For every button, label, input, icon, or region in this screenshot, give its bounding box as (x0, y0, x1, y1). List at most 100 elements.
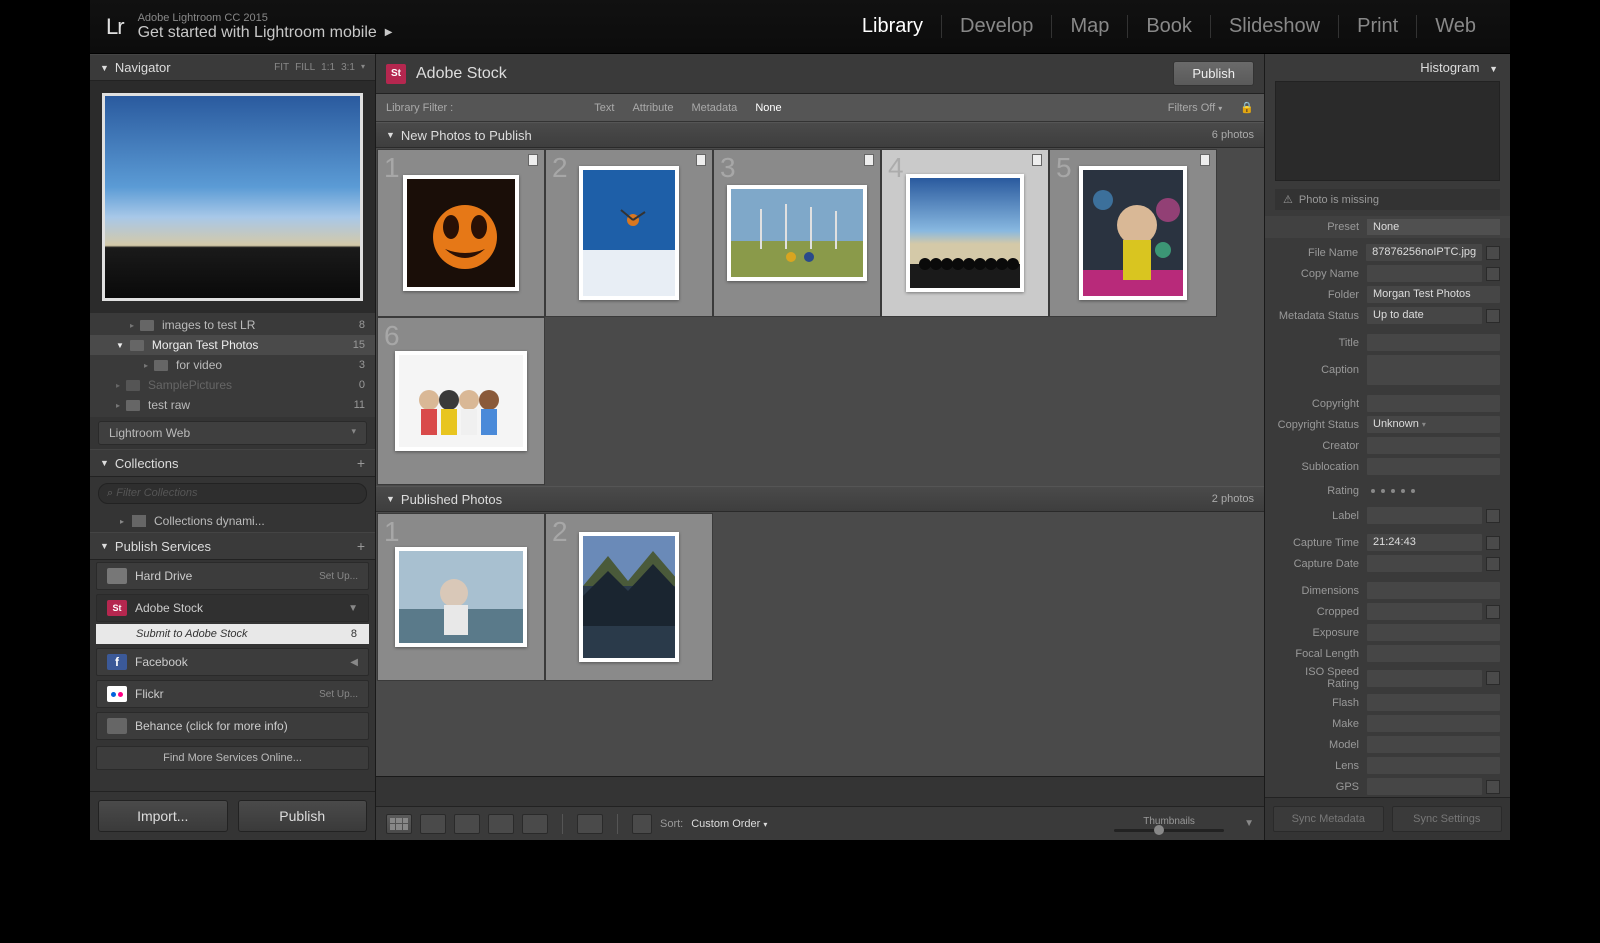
module-map[interactable]: Map (1052, 15, 1128, 38)
histogram-header[interactable]: Histogram ▼ (1265, 54, 1510, 81)
thumbnail-cell[interactable]: 6 (377, 317, 545, 485)
action-icon[interactable] (1486, 605, 1500, 619)
folder-row[interactable]: ▸ images to test LR8 (90, 315, 375, 335)
metadata-field[interactable]: Capture Date (1265, 553, 1510, 574)
action-icon[interactable] (1486, 671, 1500, 685)
action-icon[interactable] (1486, 309, 1500, 323)
folder-row[interactable]: ▸ SamplePictures0 (90, 375, 375, 395)
zoom-menu-icon[interactable]: ▾ (361, 62, 365, 73)
add-service-icon[interactable]: + (357, 538, 365, 554)
toolbar-menu-icon[interactable]: ▼ (1244, 818, 1254, 829)
metadata-field[interactable]: GPS (1265, 776, 1510, 797)
filter-attribute[interactable]: Attribute (632, 102, 673, 114)
thumbnail-cell[interactable]: 5 (1049, 149, 1217, 317)
zoom-3-1[interactable]: 3:1 (341, 62, 355, 73)
mobile-promo[interactable]: Get started with Lightroom mobile ▶ (138, 24, 393, 42)
metadata-field[interactable]: Title (1265, 332, 1510, 353)
filter-collections-input[interactable]: ⌕ Filter Collections (98, 483, 367, 504)
publish-services-header[interactable]: ▼ Publish Services + (90, 532, 375, 560)
metadata-field[interactable]: Focal Length (1265, 643, 1510, 664)
metadata-preset[interactable]: Preset None (1265, 216, 1510, 238)
zoom-fit[interactable]: FIT (274, 62, 289, 73)
metadata-field[interactable]: Copyright (1265, 393, 1510, 414)
publish-service-adobestock[interactable]: St Adobe Stock ▼ (96, 594, 369, 622)
chevron-left-icon[interactable]: ◀ (350, 657, 358, 668)
metadata-field[interactable]: Capture Time21:24:43 (1265, 532, 1510, 553)
zoom-fill[interactable]: FILL (295, 62, 315, 73)
metadata-field[interactable]: Caption (1265, 353, 1510, 387)
zoom-1-1[interactable]: 1:1 (321, 62, 335, 73)
survey-view-icon[interactable] (488, 814, 514, 834)
add-collection-icon[interactable]: + (357, 455, 365, 471)
sort-direction-icon[interactable] (632, 814, 652, 834)
lock-icon[interactable]: 🔒 (1240, 101, 1254, 114)
thumbnail-cell[interactable]: 2 (545, 149, 713, 317)
module-print[interactable]: Print (1339, 15, 1417, 38)
thumbnail-size-slider[interactable]: Thumbnails (1114, 816, 1224, 832)
thumbnail-cell[interactable]: 1 (377, 149, 545, 317)
label-row[interactable]: Label (1265, 505, 1510, 526)
metadata-field[interactable]: Creator (1265, 435, 1510, 456)
metadata-field[interactable]: Dimensions (1265, 580, 1510, 601)
find-more-services[interactable]: Find More Services Online... (96, 746, 369, 770)
publish-service-facebook[interactable]: f Facebook ◀ (96, 648, 369, 676)
collections-header[interactable]: ▼ Collections + (90, 449, 375, 477)
rating-stars[interactable] (1367, 489, 1415, 493)
action-icon[interactable] (1486, 246, 1500, 260)
sync-metadata-button[interactable]: Sync Metadata (1273, 806, 1384, 832)
metadata-field[interactable]: Sublocation (1265, 456, 1510, 477)
flag-icon[interactable] (528, 154, 538, 166)
publish-collection[interactable]: Submit to Adobe Stock 8 (96, 624, 369, 644)
section-published-photos[interactable]: ▼ Published Photos 2 photos (376, 486, 1264, 512)
metadata-field[interactable]: Make (1265, 713, 1510, 734)
thumbnail-cell[interactable]: 3 (713, 149, 881, 317)
module-develop[interactable]: Develop (942, 15, 1052, 38)
module-book[interactable]: Book (1128, 15, 1211, 38)
metadata-field[interactable]: Lens (1265, 755, 1510, 776)
navigator-preview[interactable] (90, 81, 375, 313)
publish-button[interactable]: Publish (238, 800, 368, 832)
publish-service-behance[interactable]: Behance (click for more info) (96, 712, 369, 740)
flag-icon[interactable] (1032, 154, 1042, 166)
filter-none[interactable]: None (755, 102, 781, 114)
flag-icon[interactable] (864, 154, 874, 166)
folder-row[interactable]: ▸ for video3 (90, 355, 375, 375)
metadata-field[interactable]: FolderMorgan Test Photos (1265, 284, 1510, 305)
metadata-field[interactable]: Exposure (1265, 622, 1510, 643)
publish-service-flickr[interactable]: Flickr Set Up... (96, 680, 369, 708)
action-icon[interactable] (1486, 536, 1500, 550)
chevron-down-icon[interactable]: ▼ (348, 603, 358, 614)
navigator-header[interactable]: ▼ Navigator FIT FILL 1:1 3:1 ▾ (90, 54, 375, 81)
painter-icon[interactable] (577, 814, 603, 834)
filmstrip-collapsed[interactable] (376, 776, 1264, 806)
action-icon[interactable] (1486, 780, 1500, 794)
import-button[interactable]: Import... (98, 800, 228, 832)
thumbnail-cell[interactable]: 1 (377, 513, 545, 681)
sort-dropdown[interactable]: Custom Order ▾ (691, 818, 767, 830)
metadata-field[interactable]: File Name87876256noIPTC.jpg (1265, 242, 1510, 263)
publish-action-button[interactable]: Publish (1173, 61, 1254, 86)
metadata-field[interactable]: Copyright StatusUnknown ▾ (1265, 414, 1510, 435)
folder-row[interactable]: ▼ Morgan Test Photos15 (90, 335, 375, 355)
loupe-view-icon[interactable] (420, 814, 446, 834)
rating-row[interactable]: Rating (1265, 483, 1510, 499)
filters-toggle[interactable]: Filters Off ▾ (1168, 102, 1223, 114)
folder-row[interactable]: ▸ test raw11 (90, 395, 375, 415)
people-view-icon[interactable] (522, 814, 548, 834)
filter-text[interactable]: Text (594, 102, 614, 114)
collection-item[interactable]: ▸ Collections dynami... (90, 510, 375, 532)
publish-service-harddrive[interactable]: Hard Drive Set Up... (96, 562, 369, 590)
filter-metadata[interactable]: Metadata (691, 102, 737, 114)
module-library[interactable]: Library (844, 15, 942, 38)
metadata-field[interactable]: Metadata StatusUp to date (1265, 305, 1510, 326)
metadata-field[interactable]: Copy Name (1265, 263, 1510, 284)
metadata-field[interactable]: Model (1265, 734, 1510, 755)
metadata-field[interactable]: ISO Speed Rating (1265, 664, 1510, 692)
thumbnail-cell[interactable]: 2 (545, 513, 713, 681)
action-icon[interactable] (1486, 557, 1500, 571)
action-icon[interactable] (1486, 267, 1500, 281)
sync-settings-button[interactable]: Sync Settings (1392, 806, 1503, 832)
action-icon[interactable] (1486, 509, 1500, 523)
module-web[interactable]: Web (1417, 15, 1494, 38)
flag-icon[interactable] (1200, 154, 1210, 166)
